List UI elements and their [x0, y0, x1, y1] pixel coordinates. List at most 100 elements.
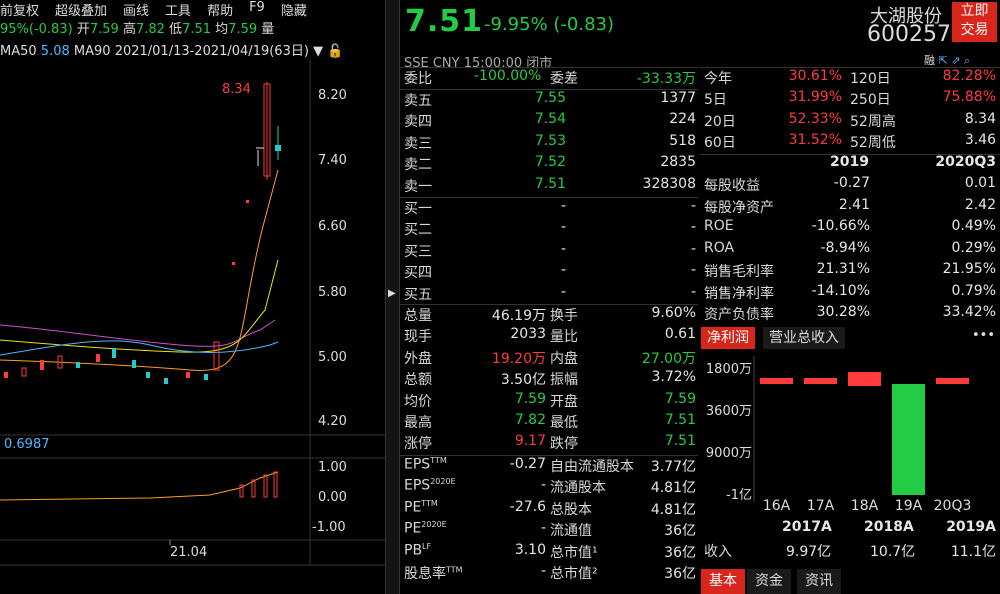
tab-capital[interactable]: 资金	[747, 569, 791, 594]
stat-label: 内盘	[550, 350, 578, 367]
candle	[275, 145, 281, 151]
fin-value-2020q3: 0.29%	[951, 239, 996, 256]
revenue-row: 收入 9.97亿 10.7亿 11.1亿	[704, 541, 996, 562]
expand-arrow-icon[interactable]: ▶	[388, 288, 396, 299]
stat-label: 现手	[404, 329, 432, 346]
xaxis-label: 21.04	[170, 545, 208, 560]
pin-icon[interactable]: ⇱	[939, 54, 948, 67]
perf-label: 52周低	[850, 135, 896, 152]
level-volume: 2835	[660, 154, 696, 171]
level-volume: -	[690, 198, 696, 214]
rev-2019: 11.1亿	[950, 544, 996, 560]
fin-row: 销售毛利率 21.31% 21.95%	[704, 261, 996, 282]
level-volume: -	[690, 283, 696, 300]
ind-bar	[273, 471, 278, 498]
perf-row: 60日 31.52% 52周低 3.46	[704, 132, 996, 153]
fund-value: 3.77亿	[650, 459, 696, 475]
rev-2018: 10.7亿	[870, 544, 916, 560]
candle	[76, 362, 80, 368]
perf-value: 31.99%	[788, 89, 842, 106]
price-change: -9.95% (-0.83)	[484, 14, 615, 35]
fund-label: PB	[404, 542, 423, 559]
candle	[146, 372, 150, 378]
margin-icon[interactable]: 融	[924, 54, 935, 67]
fund-label-sup: LF	[422, 541, 432, 551]
candle	[4, 372, 8, 378]
fin-label: 销售净利率	[704, 285, 774, 302]
stat-label: 均价	[404, 393, 432, 410]
candle	[21, 367, 27, 377]
stat-row: 现手 2033 量比 0.61	[404, 326, 696, 347]
fund-value: -27.6	[509, 498, 546, 515]
level-price: 7.53	[534, 132, 566, 149]
stat-value: 7.51	[664, 412, 696, 428]
fin-value-2020q3: 2.42	[964, 196, 996, 213]
fin-head-2019: 2019	[830, 154, 869, 170]
fin-header: 2019 2020Q3	[704, 154, 996, 175]
perf-value: 30.61%	[788, 68, 842, 84]
fund-value: -	[540, 520, 546, 537]
fund-value: 4.81亿	[650, 501, 696, 518]
perf-value: 75.88%	[942, 89, 996, 106]
chart-xtick: 18A	[851, 498, 879, 514]
stat-row: 均价 7.59 开盘 7.59	[404, 391, 696, 412]
orderbook-row: 买四 - -	[404, 262, 696, 283]
fin-value-2020q3: 0.79%	[951, 282, 996, 299]
candle	[112, 348, 116, 358]
perf-label: 今年	[704, 71, 732, 87]
fund-label: PE	[404, 520, 422, 537]
tab-revenue[interactable]: 营业总收入	[763, 327, 845, 349]
chart-xtick: 20Q3	[934, 498, 972, 514]
stat-row: 最高 7.82 最低 7.51	[404, 412, 696, 433]
stat-value: 7.82	[514, 412, 546, 428]
stat-label: 外盘	[404, 350, 432, 367]
fund-label-sup: TTM	[421, 498, 438, 508]
perf-row: 20日 52.33% 52周高 8.34	[704, 111, 996, 132]
weibi-value: -100.00%	[474, 68, 542, 84]
tab-net-profit[interactable]: 净利润	[701, 327, 755, 349]
stat-value: 3.50亿	[500, 372, 546, 389]
fund-value: 3.10	[514, 541, 546, 558]
level-label: 买五	[404, 286, 432, 303]
perf-label: 52周高	[850, 113, 896, 130]
trade-button[interactable]: 立即 交易	[952, 2, 997, 42]
level-price: -	[560, 262, 566, 279]
stat-label: 振幅	[550, 372, 578, 389]
stat-label: 跌停	[550, 436, 578, 453]
orderbook-row: 买一 - -	[404, 198, 696, 219]
level-price: 7.52	[534, 154, 566, 171]
chart-xtick: 19A	[895, 498, 923, 514]
search-icon[interactable]: ⌕	[964, 54, 970, 67]
perf-value: 31.52%	[788, 132, 842, 149]
ytick: 5.80	[318, 285, 347, 300]
level-price: -	[560, 283, 566, 300]
rev-2017: 9.97亿	[786, 544, 832, 560]
weibi-label: 委比	[404, 71, 432, 87]
fin-row: 每股净资产 2.41 2.42	[704, 197, 996, 218]
fund-row: EPS2020E - 流通股本 4.81亿	[404, 477, 696, 498]
fin-label: 销售毛利率	[704, 264, 774, 280]
orderbook-row: 买二 - -	[404, 219, 696, 240]
fund-row: PBLF 3.10 总市值¹ 36亿	[404, 542, 696, 563]
fund-label: 总股本	[550, 501, 592, 518]
stat-value: 3.72%	[651, 369, 696, 386]
perf-value: 82.28%	[942, 68, 996, 84]
fund-label: PE	[404, 499, 422, 516]
perf-label: 5日	[704, 92, 727, 109]
fin-value-2020q3: 0.01	[964, 175, 996, 191]
stat-value: 0.61	[664, 326, 696, 343]
more-icon[interactable]: •••	[972, 328, 995, 343]
fin-value-2019: -0.27	[833, 175, 870, 191]
stat-row: 外盘 19.20万 内盘 27.00万	[404, 348, 696, 369]
link-icon[interactable]: ⇗	[951, 54, 960, 67]
tab-basic[interactable]: 基本	[701, 569, 745, 594]
fund-label-sup: TTM	[430, 456, 447, 465]
fin-value-2019: 30.28%	[816, 304, 870, 320]
tab-news[interactable]: 资讯	[797, 569, 841, 594]
fund-value: 36亿	[664, 523, 696, 540]
fin-value-2019: 21.31%	[816, 261, 870, 277]
level-volume: 1377	[660, 90, 696, 106]
level-price: 7.51	[534, 175, 566, 192]
fund-label: EPS	[404, 456, 431, 473]
fund-label: EPS	[404, 478, 431, 495]
